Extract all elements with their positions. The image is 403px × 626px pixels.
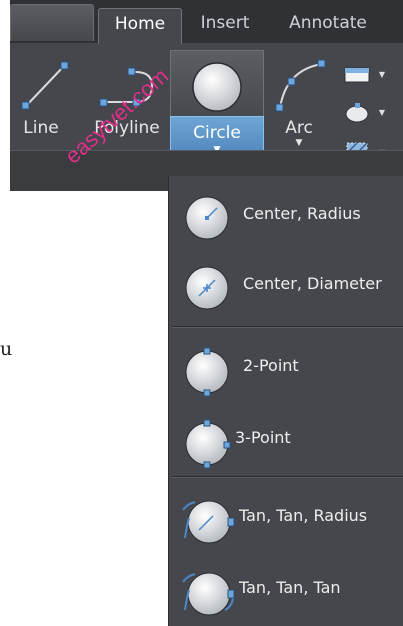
application-menu-tab[interactable] (10, 4, 94, 41)
line-tool-button[interactable]: Line (12, 56, 70, 138)
circle-tool-label: Circle (193, 123, 241, 143)
menu-separator (173, 476, 403, 478)
ribbon: Home Insert Annotate Line Polyline Circl… (10, 0, 403, 191)
rectangle-chevron-down-icon: ▼ (378, 70, 385, 79)
ellipse-chevron-down-icon: ▼ (378, 108, 385, 117)
arc-tool-label: Arc (285, 118, 313, 138)
menu-item-tan-tan-radius[interactable]: Tan, Tan, Radius (169, 488, 403, 548)
circle-tan-tan-tan-icon (182, 572, 235, 616)
menu-item-label: Center, Diameter (243, 274, 382, 293)
menu-item-label: Tan, Tan, Tan (239, 578, 341, 597)
arc-chevron-down-icon: ▼ (295, 138, 303, 148)
circle-tan-tan-radius-icon (182, 500, 235, 544)
rectangle-icon (344, 67, 370, 83)
menu-item-label: Tan, Tan, Radius (239, 506, 368, 525)
circle-center-diameter-icon (185, 266, 229, 310)
arc-tool-button[interactable]: Arc ▼ (266, 56, 332, 148)
background-text-fragment: u (0, 338, 13, 360)
circle-dropdown-menu: Center, Radius Center, Diameter 2-Point (168, 176, 403, 626)
menu-item-label: Center, Radius (243, 204, 361, 223)
menu-separator (173, 326, 403, 328)
tab-annotate[interactable]: Annotate (272, 8, 384, 43)
circle-tool-icon-area[interactable] (170, 50, 264, 117)
circle-icon (192, 62, 242, 112)
circle-center-radius-icon (185, 196, 229, 240)
circle-3-point-icon (185, 419, 231, 469)
line-tool-label: Line (23, 118, 59, 138)
ellipse-tool-button[interactable]: ▼ (343, 100, 385, 128)
menu-item-3-point[interactable]: 3-Point (169, 410, 403, 470)
tab-home[interactable]: Home (98, 8, 182, 44)
menu-item-center-radius[interactable]: Center, Radius (169, 186, 403, 246)
arc-icon (275, 59, 326, 112)
menu-item-2-point[interactable]: 2-Point (169, 338, 403, 398)
tab-insert[interactable]: Insert (186, 8, 264, 43)
ribbon-tab-bar: Home Insert Annotate (10, 0, 403, 44)
menu-item-center-diameter[interactable]: Center, Diameter (169, 256, 403, 316)
rectangle-tool-button[interactable]: ▼ (343, 62, 385, 90)
menu-item-tan-tan-tan[interactable]: Tan, Tan, Tan (169, 560, 403, 620)
menu-item-label: 3-Point (235, 428, 291, 447)
line-icon (21, 61, 69, 110)
ellipse-icon (345, 103, 369, 123)
menu-item-label: 2-Point (243, 356, 299, 375)
circle-2-point-icon (185, 347, 229, 397)
